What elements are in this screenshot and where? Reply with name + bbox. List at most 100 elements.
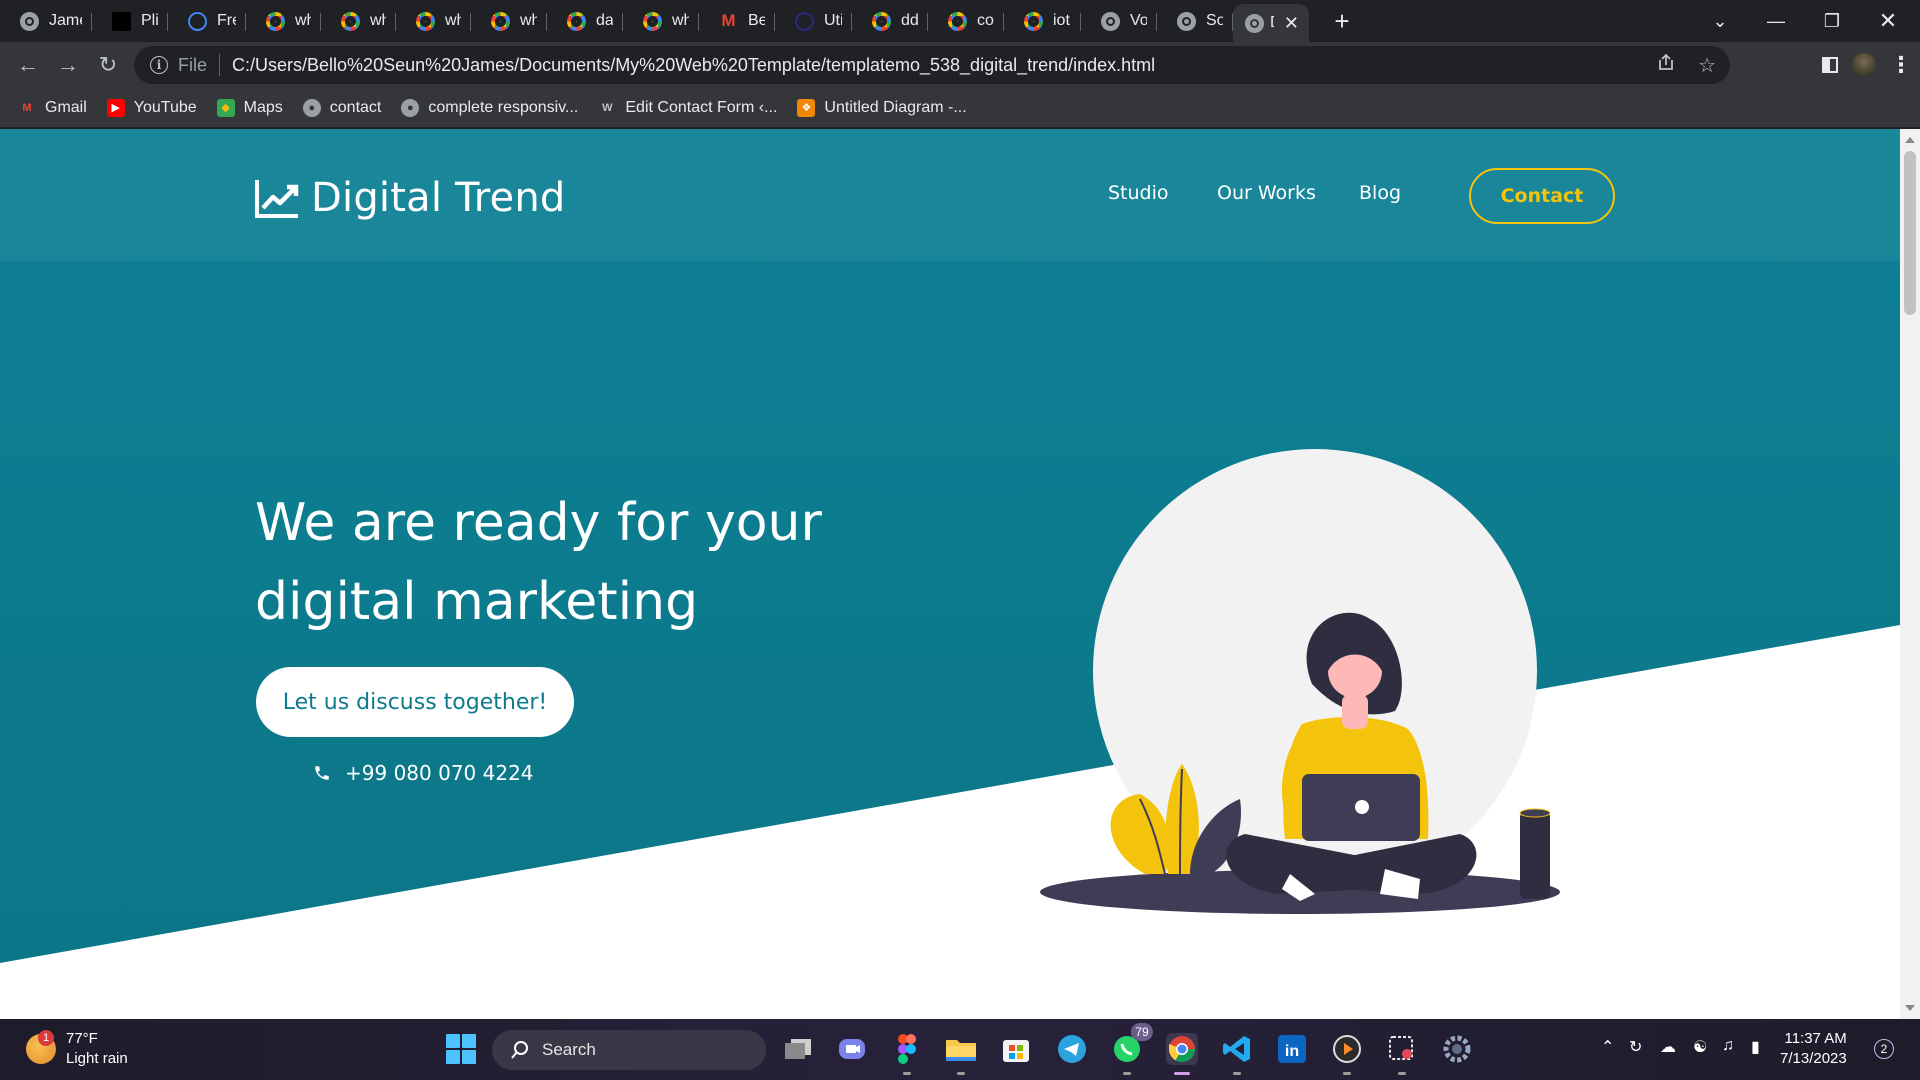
hero-line-2: digital marketing: [255, 572, 699, 632]
nav-blog[interactable]: Blog: [1359, 182, 1401, 204]
bookmark-complete-responsiv[interactable]: ● complete responsiv...: [401, 98, 578, 117]
scroll-thumb[interactable]: [1904, 151, 1916, 315]
browser-tab[interactable]: Utiva |: [775, 0, 852, 42]
taskbar-search[interactable]: Search: [492, 1030, 766, 1070]
browser-tab[interactable]: Jamez: [0, 0, 92, 42]
weather-badge: 1: [38, 1030, 54, 1046]
minimize-icon[interactable]: —: [1748, 0, 1804, 42]
bookmark-gmail[interactable]: M Gmail: [18, 99, 86, 117]
youtube-icon: ▶: [106, 98, 125, 117]
tab-title: data b: [596, 12, 613, 29]
hero-headline: We are ready for your digital marketing: [255, 484, 875, 642]
tab-search-icon[interactable]: ⌄: [1692, 0, 1748, 42]
restore-icon[interactable]: ❐: [1804, 0, 1860, 42]
browser-tab[interactable]: what i: [623, 0, 699, 42]
browser-tab[interactable]: what i: [246, 0, 321, 42]
discuss-button[interactable]: Let us discuss together!: [256, 667, 574, 737]
bookmarks-bar: M Gmail ▶ YouTube ◆ Maps ● contact ● complete res…: [0, 88, 1920, 128]
browser-tab[interactable]: Volton: [1081, 0, 1157, 42]
active-browser-tab[interactable]: Dig ✕: [1233, 4, 1309, 42]
site-info-icon[interactable]: i: [150, 56, 168, 74]
language-icon[interactable]: ☯: [1693, 1037, 1707, 1057]
tab-title: Volton: [1130, 12, 1147, 29]
google-icon: [341, 11, 360, 31]
browser-tab[interactable]: M Bello,: [699, 0, 775, 42]
close-tab-icon[interactable]: ✕: [1284, 13, 1299, 34]
profile-avatar[interactable]: [1852, 53, 1876, 77]
site-logo[interactable]: Digital Trend: [255, 175, 566, 221]
phone-contact[interactable]: +99 080 070 4224: [313, 761, 534, 785]
bookmark-label: YouTube: [133, 98, 197, 116]
bookmark-youtube[interactable]: ▶ YouTube: [106, 98, 197, 117]
share-icon[interactable]: [1656, 52, 1676, 78]
linkedin-icon[interactable]: in: [1276, 1033, 1308, 1065]
browser-tab[interactable]: Plian E: [92, 0, 168, 42]
google-icon: [266, 11, 285, 31]
file-explorer-icon[interactable]: [945, 1033, 977, 1075]
nav-our-works[interactable]: Our Works: [1217, 182, 1316, 204]
chrome-icon: [20, 11, 39, 31]
browser-tab[interactable]: Free P: [168, 0, 246, 42]
wordpress-icon: W: [602, 101, 613, 114]
scroll-up-icon[interactable]: [1905, 137, 1915, 143]
chrome-taskbar-icon[interactable]: [1166, 1033, 1198, 1075]
web-page: Digital Trend Studio Our Works Blog Cont…: [0, 129, 1900, 1019]
bookmark-untitled-diagram[interactable]: ❖ Untitled Diagram -...: [797, 98, 967, 117]
nav-studio[interactable]: Studio: [1108, 182, 1169, 204]
address-bar[interactable]: i File C:/Users/Bello%20Seun%20James/Doc…: [134, 46, 1730, 84]
start-button-icon[interactable]: [446, 1034, 476, 1064]
scroll-down-icon[interactable]: [1905, 1005, 1915, 1011]
notification-count[interactable]: 2: [1874, 1039, 1894, 1059]
teams-chat-icon[interactable]: [836, 1033, 868, 1065]
contact-button[interactable]: Contact: [1469, 168, 1615, 224]
browser-tab[interactable]: iot - G: [1004, 0, 1081, 42]
side-panel-icon[interactable]: [1822, 57, 1838, 73]
search-icon: [511, 1041, 528, 1059]
browser-tab[interactable]: data b: [547, 0, 623, 42]
browser-tab[interactable]: Softy I: [1157, 0, 1233, 42]
system-clock[interactable]: 11:37 AM 7/13/2023: [1780, 1029, 1847, 1069]
tab-title: Dig: [1270, 14, 1274, 32]
url-text[interactable]: C:/Users/Bello%20Seun%20James/Documents/…: [232, 55, 1155, 76]
close-window-icon[interactable]: ✕: [1860, 0, 1916, 42]
figma-icon[interactable]: [891, 1033, 923, 1075]
vscode-icon[interactable]: [1221, 1033, 1253, 1075]
browser-tab[interactable]: coseq: [928, 0, 1004, 42]
browser-tab[interactable]: what i: [396, 0, 471, 42]
tab-title: coseq: [977, 12, 994, 29]
omnibox-divider: [219, 54, 221, 76]
microsoft-store-icon[interactable]: [1000, 1033, 1032, 1065]
bookmark-edit-contact-form[interactable]: W Edit Contact Form ‹...: [598, 99, 777, 117]
back-icon[interactable]: ←: [8, 45, 48, 85]
whatsapp-icon[interactable]: 79: [1111, 1023, 1153, 1075]
browser-tab[interactable]: what i: [471, 0, 547, 42]
task-view-icon[interactable]: [782, 1033, 814, 1065]
volume-icon[interactable]: ♫: [1722, 1037, 1734, 1055]
clock-date: 7/13/2023: [1780, 1050, 1847, 1067]
browser-tab[interactable]: what i: [321, 0, 396, 42]
battery-icon[interactable]: ▮: [1751, 1037, 1760, 1057]
sync-icon[interactable]: ↻: [1629, 1037, 1642, 1057]
bookmark-star-icon[interactable]: ☆: [1698, 53, 1716, 78]
hero-line-1: We are ready for your: [255, 493, 822, 553]
media-player-icon[interactable]: [1331, 1033, 1363, 1075]
weather-widget[interactable]: 1 77°F Light rain: [26, 1029, 128, 1069]
google-icon: [567, 11, 586, 31]
tab-title: Utiva |: [824, 12, 842, 29]
onedrive-icon[interactable]: ☁: [1660, 1037, 1676, 1057]
reload-icon[interactable]: ↻: [88, 45, 128, 85]
browser-toolbar: ← → ↻ i File C:/Users/Bello%20Seun%20Jam…: [0, 42, 1920, 88]
new-tab-button[interactable]: +: [1327, 6, 1357, 37]
trend-chart-icon: [255, 180, 299, 218]
bookmark-contact[interactable]: ● contact: [302, 98, 381, 117]
telegram-icon[interactable]: [1056, 1033, 1088, 1065]
page-scrollbar[interactable]: [1900, 129, 1920, 1019]
more-menu-icon[interactable]: ⋮: [1890, 52, 1912, 78]
browser-tab[interactable]: ddos v: [852, 0, 928, 42]
bookmark-maps[interactable]: ◆ Maps: [216, 98, 283, 117]
settings-gear-icon[interactable]: [1441, 1033, 1473, 1065]
snipping-tool-icon[interactable]: [1386, 1033, 1418, 1075]
weather-desc: Light rain: [66, 1050, 128, 1067]
forward-icon[interactable]: →: [48, 45, 88, 85]
tray-chevron-icon[interactable]: ⌃: [1601, 1037, 1614, 1057]
